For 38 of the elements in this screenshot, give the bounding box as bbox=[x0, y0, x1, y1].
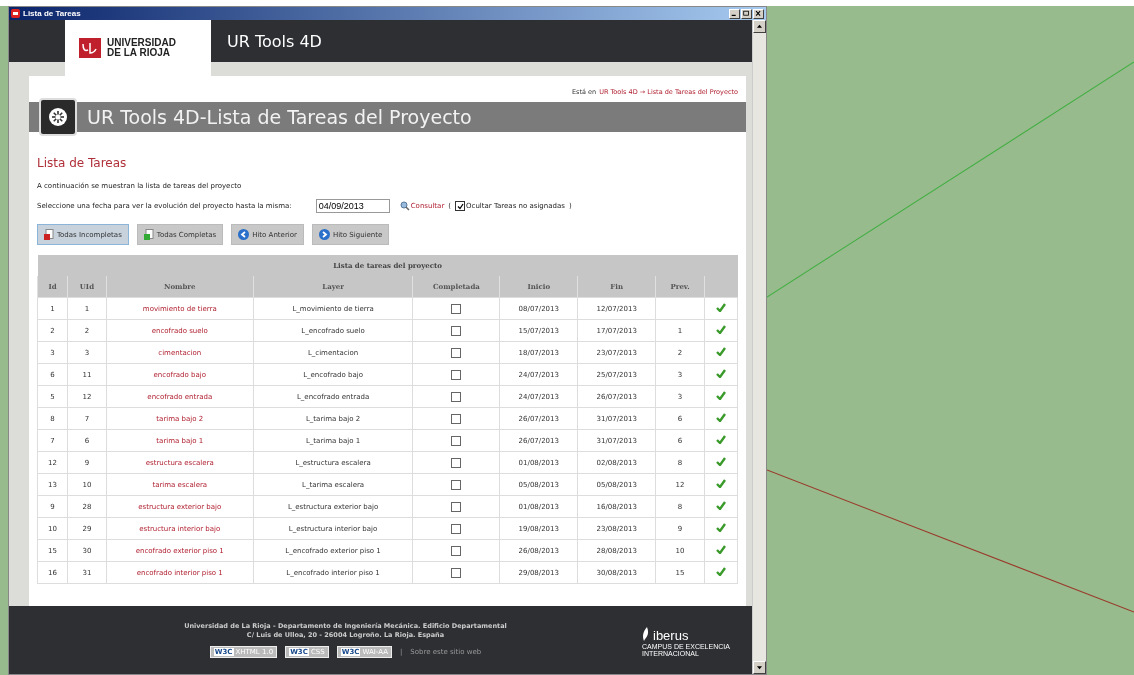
completed-checkbox[interactable] bbox=[451, 303, 462, 314]
document-icon bbox=[143, 229, 154, 240]
document-icon bbox=[44, 229, 54, 240]
minimize-icon[interactable] bbox=[729, 8, 740, 19]
completed-checkbox[interactable] bbox=[451, 545, 462, 556]
completed-checkbox[interactable] bbox=[451, 457, 462, 468]
close-icon[interactable] bbox=[753, 8, 764, 19]
university-logo[interactable]: UNIVERSIDAD DE LA RIOJA bbox=[65, 20, 211, 76]
page-title: UR Tools 4D-Lista de Tareas del Proyecto bbox=[87, 106, 472, 128]
arrow-right-icon bbox=[318, 229, 330, 240]
flame-icon bbox=[642, 627, 651, 643]
completed-checkbox[interactable] bbox=[451, 391, 462, 402]
app-title: UR Tools 4D bbox=[227, 32, 322, 51]
date-field[interactable]: 04/09/2013 bbox=[315, 199, 390, 213]
completed-checkbox[interactable] bbox=[451, 325, 462, 336]
maximize-icon[interactable] bbox=[741, 8, 752, 19]
logo-mark-icon bbox=[79, 38, 101, 58]
partner-name: iberus bbox=[642, 627, 689, 643]
completed-checkbox[interactable] bbox=[451, 369, 462, 380]
completed-checkbox[interactable] bbox=[451, 523, 462, 534]
logo-text: UNIVERSIDAD bbox=[107, 38, 176, 48]
arrow-left-icon bbox=[238, 229, 250, 240]
logo-text: DE LA RIOJA bbox=[107, 48, 171, 58]
completed-checkbox[interactable] bbox=[451, 435, 462, 446]
hide-unassigned-checkbox[interactable] bbox=[455, 201, 466, 211]
scroll-up-icon[interactable] bbox=[753, 20, 766, 33]
app-icon bbox=[11, 9, 20, 18]
search-icon bbox=[399, 201, 410, 211]
scroll-down-icon[interactable] bbox=[753, 661, 766, 674]
window-title: Lista de Tareas bbox=[23, 9, 81, 18]
completed-checkbox[interactable] bbox=[451, 501, 462, 512]
gear-icon bbox=[39, 98, 77, 136]
completed-checkbox[interactable] bbox=[451, 479, 462, 490]
completed-checkbox[interactable] bbox=[451, 347, 462, 358]
completed-checkbox[interactable] bbox=[451, 413, 462, 424]
completed-checkbox[interactable] bbox=[451, 567, 462, 578]
scrollbar[interactable] bbox=[752, 20, 766, 674]
section-heading: Lista de Tareas bbox=[37, 156, 128, 170]
